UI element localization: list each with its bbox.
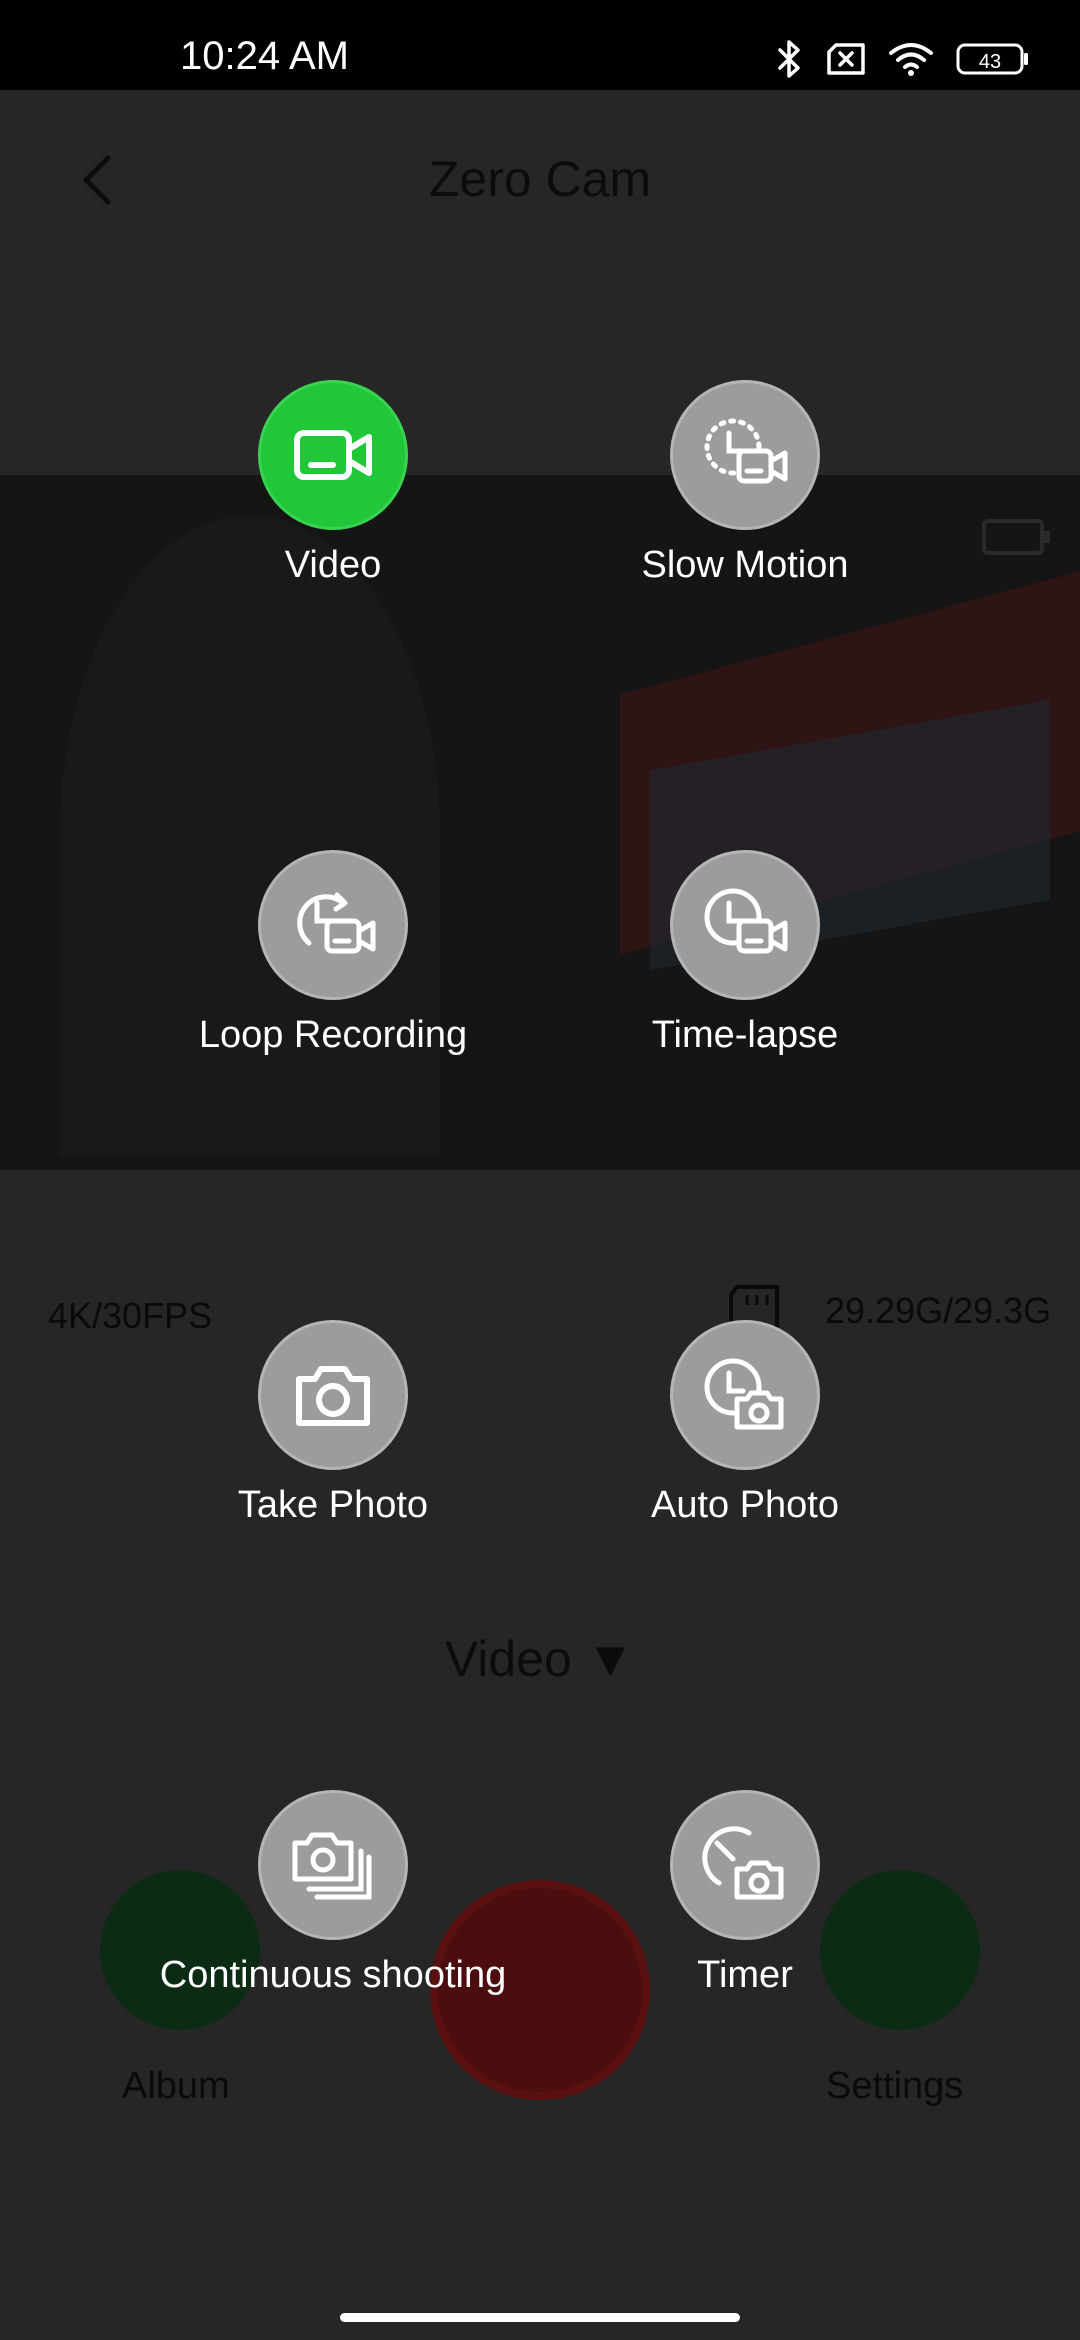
mode-loop-recording[interactable]: Loop Recording [133,850,533,1057]
timer-camera-icon [670,1790,820,1940]
mode-take-photo[interactable]: Take Photo [133,1320,533,1527]
mode-time-lapse[interactable]: Time-lapse [545,850,945,1057]
mode-label: Time-lapse [651,1014,839,1056]
mode-slow-motion[interactable]: Slow Motion [545,380,945,587]
battery-level: 43 [979,51,1001,73]
battery-icon: 43 [956,43,1028,75]
auto-photo-icon [670,1320,820,1470]
mode-label: Loop Recording [198,1014,468,1056]
mode-label: Continuous shooting [159,1954,507,1996]
bluetooth-icon [778,40,800,78]
video-camera-icon [258,380,408,530]
mode-timer[interactable]: Timer [545,1790,945,1997]
mode-selector[interactable]: Video ▼ [0,1630,1080,1688]
mode-label: Video [284,544,382,586]
mode-label: Timer [697,1954,793,1996]
preview-battery-icon [982,519,1050,555]
loop-recording-icon [258,850,408,1000]
slow-motion-icon [670,380,820,530]
mode-continuous-shooting[interactable]: Continuous shooting [133,1790,533,1997]
mode-auto-photo[interactable]: Auto Photo [545,1320,945,1527]
mode-label: Take Photo [237,1484,429,1526]
camera-icon [258,1320,408,1470]
time-lapse-icon [670,850,820,1000]
settings-label: Settings [826,2065,964,2107]
status-icons: 43 [774,38,1030,80]
album-label: Album [122,2065,230,2107]
mode-label: Auto Photo [650,1484,840,1526]
continuous-shooting-icon [258,1790,408,1940]
mode-video[interactable]: Video [133,380,533,587]
status-bar: 10:24 AM 43 [0,0,1080,90]
status-time: 10:24 AM [180,34,350,78]
page-title: Zero Cam [428,151,652,207]
mode-label: Slow Motion [641,544,849,586]
home-indicator[interactable] [340,2313,740,2322]
wifi-icon [889,43,933,76]
sim-x-icon [827,43,865,75]
